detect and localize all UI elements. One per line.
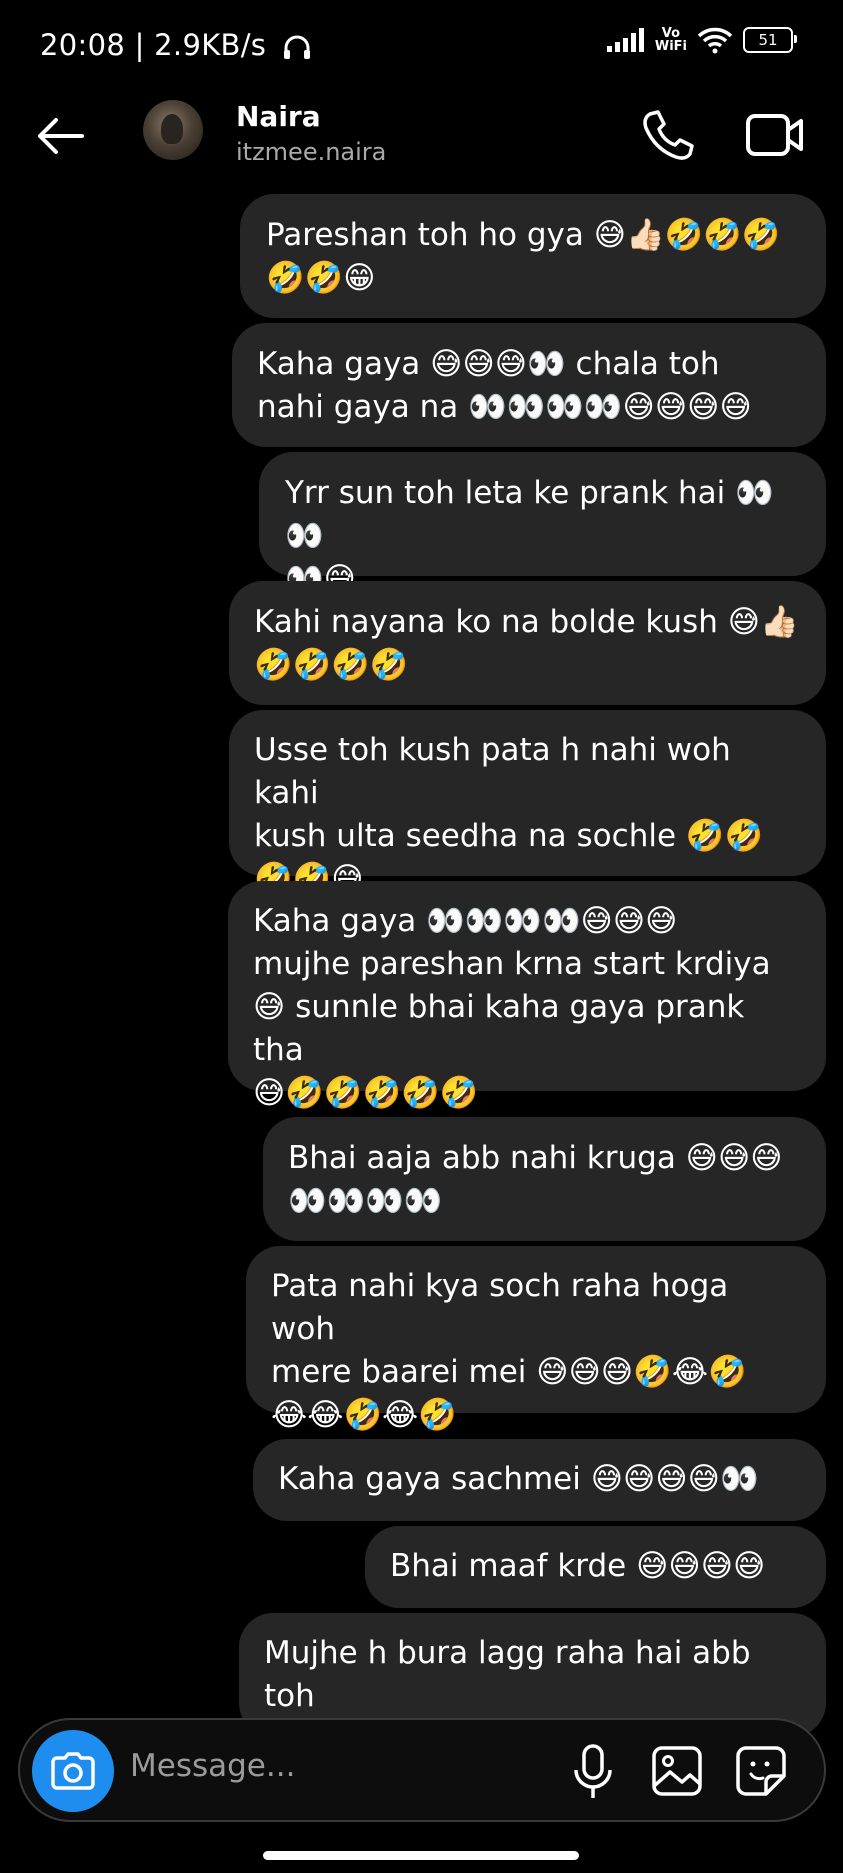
phone-icon[interactable] <box>640 108 694 162</box>
camera-button[interactable] <box>32 1730 114 1812</box>
message-line: Kaha gaya 😅😅😅👀 chala toh <box>257 346 720 382</box>
message-line: kush ulta seedha na sochle 🤣🤣 <box>254 818 764 854</box>
contact-username[interactable]: itzmee.naira <box>236 138 386 166</box>
arrow-left-icon[interactable] <box>34 114 86 158</box>
message-line: Kaha gaya sachmei 😅😅😅😅👀 <box>278 1461 759 1497</box>
message-line: 🤣🤣😁 <box>266 260 376 296</box>
camera-icon <box>51 1752 95 1790</box>
message-bubble[interactable]: Usse toh kush pata h nahi woh kahi kush … <box>229 710 826 897</box>
message-composer: Message... <box>18 1718 826 1822</box>
message-line: Usse toh kush pata h nahi woh kahi <box>254 732 731 811</box>
home-indicator[interactable] <box>263 1851 579 1860</box>
message-line: Kaha gaya 👀👀👀👀😅😅😅 <box>253 903 678 939</box>
vowifi-indicator: Vo WiFi <box>654 26 687 54</box>
message-line: 🤣🤣🤣🤣 <box>254 647 409 683</box>
headphones-icon <box>283 35 310 59</box>
message-line: Mujhe h bura lagg raha hai abb toh <box>264 1635 751 1714</box>
contact-name[interactable]: Naira <box>236 100 321 133</box>
status-time: 20:08 | 2.9KB/s <box>40 28 312 62</box>
status-bar: 20:08 | 2.9KB/s Vo WiFi 51 <box>0 0 843 90</box>
status-icons: Vo WiFi 51 <box>606 26 797 54</box>
message-bubble[interactable]: Kaha gaya sachmei 😅😅😅😅👀 <box>253 1439 826 1521</box>
message-line: mere baarei mei 😅😅😅🤣😂🤣 <box>271 1354 747 1390</box>
battery-indicator: 51 <box>743 27 797 53</box>
message-line: mujhe pareshan krna start krdiya <box>253 946 771 982</box>
message-line: Yrr sun toh leta ke prank hai 👀👀 <box>285 475 774 554</box>
message-line: 👀👀👀👀 <box>288 1183 443 1219</box>
message-line: 😅🤣🤣🤣🤣🤣 <box>253 1075 479 1111</box>
message-bubble[interactable]: Kaha gaya 👀👀👀👀😅😅😅 mujhe pareshan krna st… <box>228 881 826 1111</box>
message-line: Pareshan toh ho gya 😅👍🏻🤣🤣🤣 <box>266 217 781 253</box>
message-line: Pata nahi kya soch raha hoga woh <box>271 1268 729 1347</box>
message-line: Bhai aaja abb nahi kruga 😅😅😅 <box>288 1140 783 1176</box>
message-bubble[interactable]: Kahi nayana ko na bolde kush 😅👍🏻 🤣🤣🤣🤣 <box>229 581 826 705</box>
video-camera-icon[interactable] <box>745 108 805 162</box>
message-bubble[interactable]: Yrr sun toh leta ke prank hai 👀👀 👀😅 <box>259 452 826 597</box>
message-bubble[interactable]: Pareshan toh ho gya 😅👍🏻🤣🤣🤣 🤣🤣😁 <box>240 194 826 318</box>
message-line: Kahi nayana ko na bolde kush 😅👍🏻 <box>254 604 799 640</box>
wifi-icon <box>697 27 733 54</box>
image-icon[interactable] <box>650 1744 704 1798</box>
message-bubble[interactable]: Bhai aaja abb nahi kruga 😅😅😅 👀👀👀👀 <box>263 1117 826 1241</box>
status-time-speed: 20:08 | 2.9KB/s <box>40 28 267 62</box>
message-bubble[interactable]: Kaha gaya 😅😅😅👀 chala toh nahi gaya na 👀👀… <box>232 323 826 447</box>
message-bubble[interactable]: Pata nahi kya soch raha hoga woh mere ba… <box>246 1246 826 1433</box>
message-line: nahi gaya na 👀👀👀👀😅😅😅😅 <box>257 389 752 425</box>
message-line: 😂😂🤣😂🤣 <box>271 1397 457 1433</box>
message-bubble[interactable]: Bhai maaf krde 😅😅😅😅 <box>365 1526 826 1608</box>
sticker-icon[interactable] <box>734 1744 788 1798</box>
message-input[interactable]: Message... <box>130 1748 295 1784</box>
microphone-icon[interactable] <box>568 1742 618 1802</box>
message-line: Bhai maaf krde 😅😅😅😅 <box>390 1548 766 1584</box>
avatar[interactable] <box>143 100 203 160</box>
chat-header: Naira itzmee.naira <box>0 92 843 178</box>
message-line: 😅 sunnle bhai kaha gaya prank tha <box>253 989 745 1068</box>
signal-icon <box>606 28 644 52</box>
